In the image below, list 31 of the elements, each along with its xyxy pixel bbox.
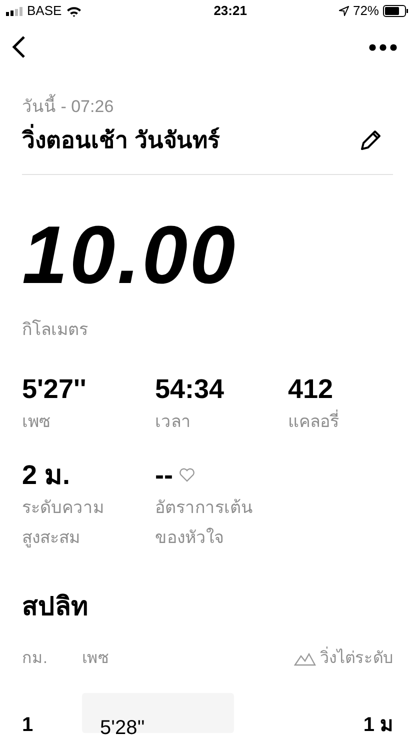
- wifi-icon: [66, 6, 82, 16]
- battery-percent: 72%: [352, 2, 379, 20]
- distance-value: 10.00: [22, 211, 238, 301]
- distance-unit: กิโลเมตร: [22, 318, 88, 341]
- activity-date: วันนี้ - 07:26: [22, 96, 393, 118]
- stat-label: ระดับความ สูงสะสม: [22, 496, 104, 550]
- location-icon: [338, 6, 349, 16]
- table-cell-text: 1 ม: [363, 712, 393, 736]
- table-cell-text: 1: [22, 712, 34, 736]
- activity-title: วิ่งตอนเช้า วันจันทร์: [22, 124, 220, 156]
- stat-label: แคลอรี่: [288, 408, 339, 432]
- splits-heading: สปลิท: [22, 590, 88, 622]
- carrier-name: BASE: [27, 2, 62, 20]
- mountain-icon: [294, 652, 316, 666]
- stat-value: 54:34: [155, 372, 224, 404]
- clock-time: 23:21: [214, 2, 247, 20]
- stat-label: อัตราการเต้น ของหัวใจ: [155, 496, 253, 548]
- table-cell: 5'28'': [100, 716, 145, 738]
- stat-label: เพซ: [22, 410, 51, 432]
- stat-value: 5'27'': [22, 372, 86, 404]
- more-button[interactable]: [367, 42, 399, 52]
- column-header: กม.: [22, 648, 48, 668]
- stat-value: --: [155, 458, 173, 490]
- edit-button[interactable]: [359, 128, 383, 152]
- stat-label: เวลา: [155, 410, 191, 432]
- column-header: เพซ: [82, 648, 109, 668]
- column-header: วิ่งไต่ระดับ: [320, 646, 393, 670]
- signal-icon: [6, 6, 23, 16]
- battery-icon: [383, 5, 409, 17]
- stat-value: 2 ม.: [22, 458, 70, 490]
- stat-value: 412: [288, 372, 334, 404]
